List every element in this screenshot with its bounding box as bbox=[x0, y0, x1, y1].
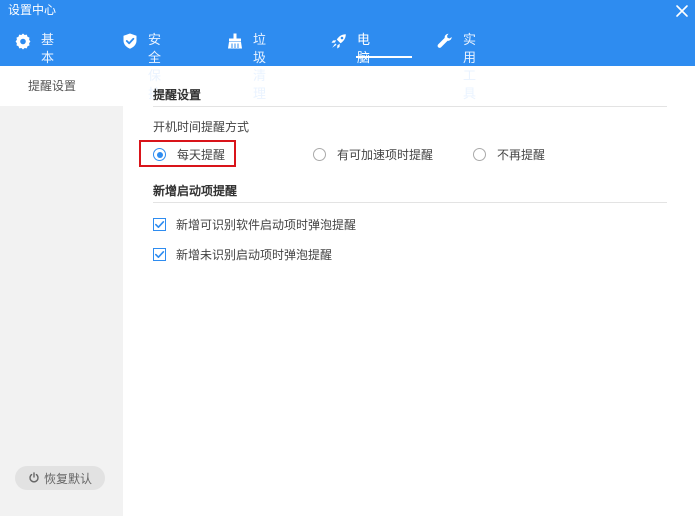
checkbox-checked[interactable] bbox=[153, 248, 166, 261]
tab-security[interactable]: 安全保护 bbox=[121, 28, 161, 102]
sidebar-item-reminder-settings[interactable]: 提醒设置 bbox=[0, 66, 123, 106]
radio-button[interactable] bbox=[473, 148, 486, 161]
restore-defaults-button[interactable]: 恢复默认 bbox=[15, 466, 105, 490]
title-bar: 设置中心 基本设置 安全保护 bbox=[0, 0, 695, 102]
sidebar: 提醒设置 恢复默认 bbox=[0, 66, 123, 516]
highlight-box bbox=[139, 140, 236, 167]
radio-label: 不再提醒 bbox=[497, 148, 546, 162]
radio-button[interactable] bbox=[313, 148, 326, 161]
shield-check-icon bbox=[121, 32, 139, 50]
radio-label: 有可加速项时提醒 bbox=[337, 148, 434, 162]
section-divider bbox=[153, 202, 667, 203]
checkmark-icon bbox=[155, 221, 165, 228]
radio-never[interactable]: 不再提醒 bbox=[473, 146, 545, 163]
close-icon bbox=[676, 5, 688, 17]
rocket-icon bbox=[330, 32, 348, 50]
close-button[interactable] bbox=[675, 4, 689, 18]
tab-utilities[interactable]: 实用工具 bbox=[436, 28, 476, 102]
tab-junk-cleanup[interactable]: 垃圾清理 bbox=[226, 28, 266, 102]
section-title-startup: 新增启动项提醒 bbox=[153, 184, 238, 198]
checkmark-icon bbox=[155, 251, 165, 258]
restore-label: 恢复默认 bbox=[43, 471, 92, 486]
radio-when-speedup-available[interactable]: 有可加速项时提醒 bbox=[313, 146, 433, 163]
restore-icon bbox=[29, 472, 39, 483]
group-label-boot-time: 开机时间提醒方式 bbox=[153, 120, 250, 134]
broom-icon bbox=[226, 32, 244, 50]
settings-panel: 提醒设置 开机时间提醒方式 每天提醒 有可加速项时提醒 不再提醒 新增启动项提醒… bbox=[123, 66, 695, 516]
window-title: 设置中心 bbox=[8, 3, 57, 17]
active-tab-indicator bbox=[356, 56, 412, 58]
tab-basic-settings[interactable]: 基本设置 bbox=[14, 28, 54, 102]
section-divider bbox=[153, 106, 667, 107]
tab-pc-speedup[interactable]: 电脑加速 bbox=[330, 28, 412, 102]
checkbox-checked[interactable] bbox=[153, 218, 166, 231]
wrench-icon bbox=[436, 32, 454, 50]
checkbox-label: 新增可识别软件启动项时弹泡提醒 bbox=[176, 218, 357, 232]
section-title-reminder: 提醒设置 bbox=[153, 88, 202, 102]
gear-icon bbox=[14, 32, 32, 50]
checkbox-known-startup[interactable]: 新增可识别软件启动项时弹泡提醒 bbox=[153, 216, 356, 233]
checkbox-label: 新增未识别启动项时弹泡提醒 bbox=[176, 248, 333, 262]
checkbox-unknown-startup[interactable]: 新增未识别启动项时弹泡提醒 bbox=[153, 246, 332, 263]
